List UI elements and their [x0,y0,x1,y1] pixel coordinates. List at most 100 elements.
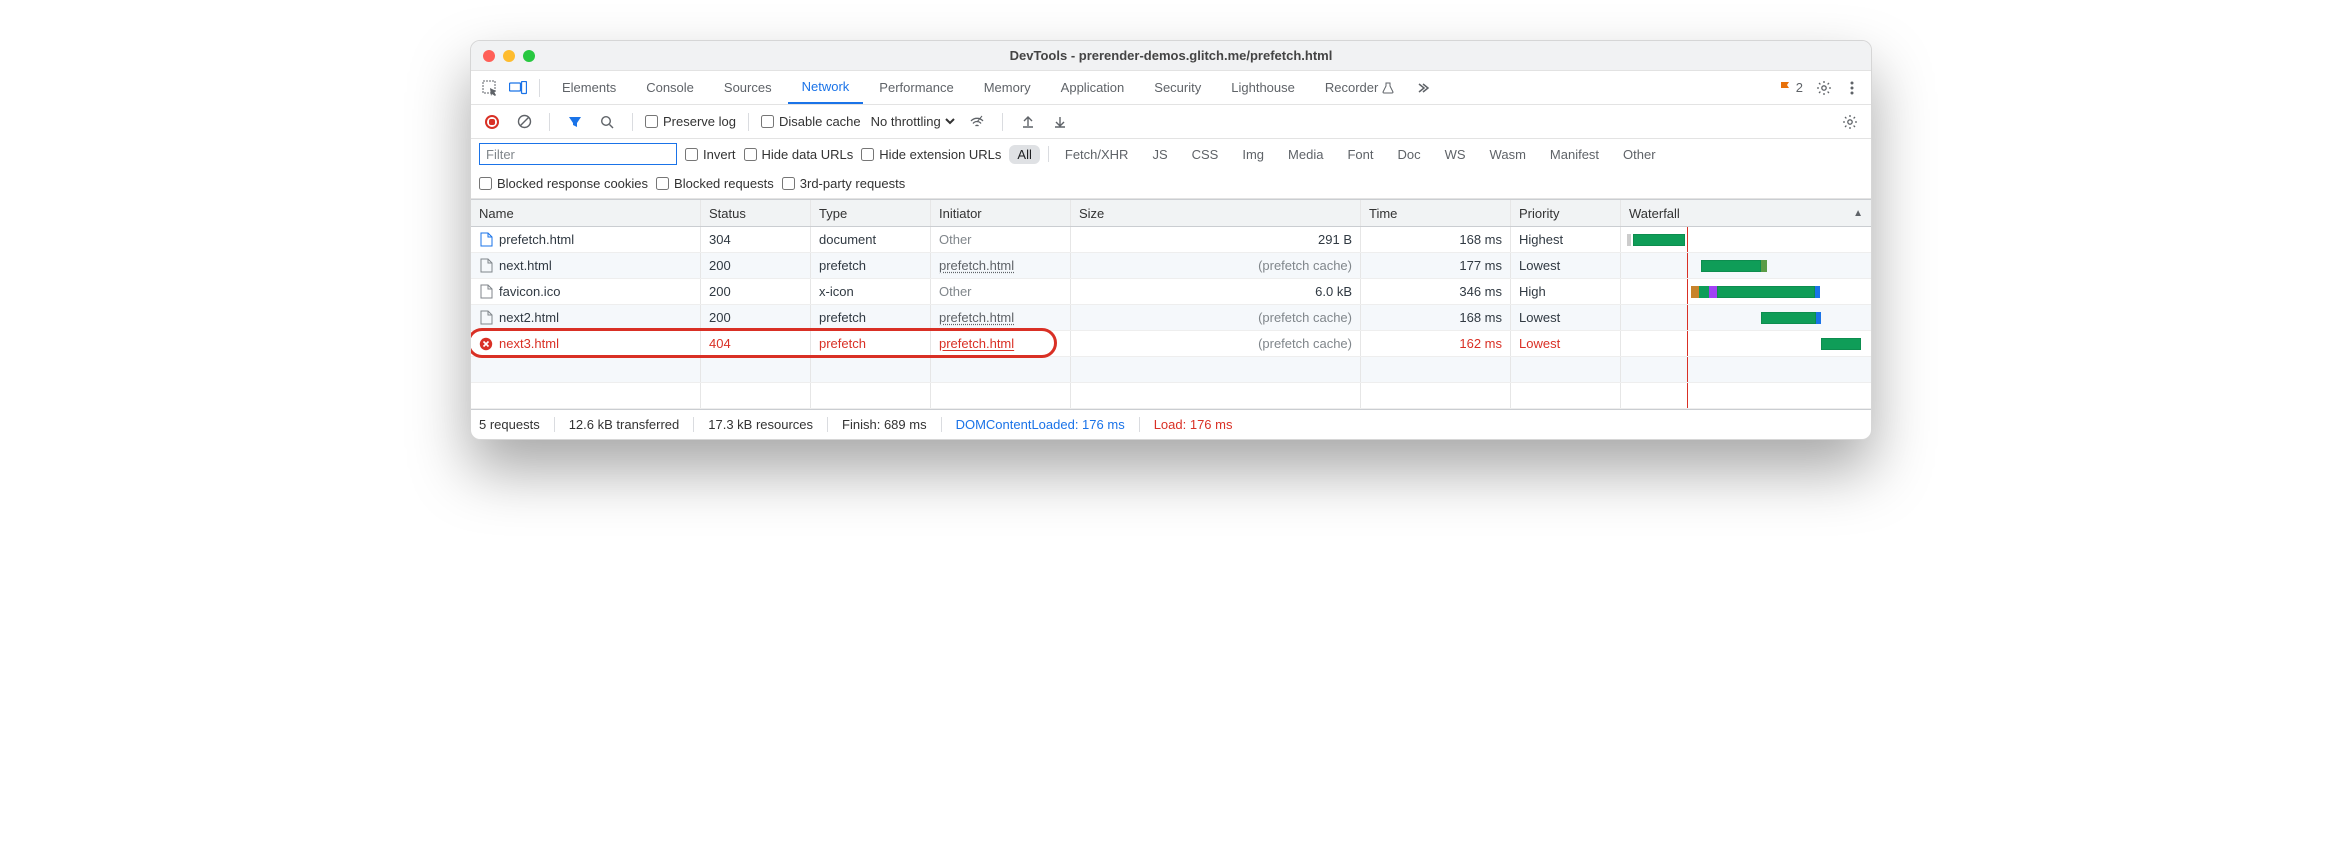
network-table: Name Status Type Initiator Size Time Pri… [471,199,1871,409]
tab-memory[interactable]: Memory [970,71,1045,104]
request-type: prefetch [811,305,931,330]
col-time[interactable]: Time [1361,200,1511,226]
search-icon[interactable] [594,109,620,135]
tab-sources[interactable]: Sources [710,71,786,104]
inspect-element-icon[interactable] [477,75,503,101]
disable-cache-checkbox[interactable]: Disable cache [761,114,861,129]
col-waterfall[interactable]: Waterfall▲ [1621,200,1871,226]
table-row[interactable]: next.html 200 prefetch prefetch.html (pr… [471,253,1871,279]
import-har-icon[interactable] [1015,109,1041,135]
type-filter-media[interactable]: Media [1280,145,1331,164]
blocked-cookies-checkbox[interactable]: Blocked response cookies [479,176,648,191]
col-status[interactable]: Status [701,200,811,226]
more-tabs-button[interactable] [1410,75,1436,101]
type-filter-manifest[interactable]: Manifest [1542,145,1607,164]
hide-extension-urls-checkbox[interactable]: Hide extension URLs [861,147,1001,162]
request-initiator[interactable]: prefetch.html [931,253,1071,278]
request-time: 168 ms [1361,227,1511,252]
device-toolbar-icon[interactable] [505,75,531,101]
export-har-icon[interactable] [1047,109,1073,135]
devtools-window: DevTools - prerender-demos.glitch.me/pre… [470,40,1872,440]
request-type: document [811,227,931,252]
status-resources: 17.3 kB resources [693,417,827,432]
request-priority: Highest [1511,227,1621,252]
invert-checkbox[interactable]: Invert [685,147,736,162]
tab-network[interactable]: Network [788,71,864,104]
request-initiator: Other [931,279,1071,304]
network-conditions-icon[interactable] [964,109,990,135]
col-type[interactable]: Type [811,200,931,226]
file-icon [479,259,493,273]
request-type: prefetch [811,331,931,356]
type-filter-ws[interactable]: WS [1437,145,1474,164]
table-row[interactable]: next3.html 404 prefetch prefetch.html (p… [471,331,1871,357]
waterfall-cell [1621,305,1871,330]
waterfall-cell [1621,331,1871,356]
type-filter-img[interactable]: Img [1234,145,1272,164]
table-row-empty [471,357,1871,383]
type-filter-doc[interactable]: Doc [1389,145,1428,164]
request-priority: Lowest [1511,305,1621,330]
record-button[interactable] [479,109,505,135]
tab-recorder[interactable]: Recorder [1311,71,1408,104]
filter-icon[interactable] [562,109,588,135]
col-size[interactable]: Size [1071,200,1361,226]
issues-badge[interactable]: 2 [1773,80,1809,95]
issues-count: 2 [1796,80,1803,95]
waterfall-cell [1621,279,1871,304]
request-name: prefetch.html [499,232,574,247]
request-status: 200 [701,279,811,304]
kebab-menu-icon[interactable] [1839,75,1865,101]
table-row[interactable]: favicon.ico 200 x-icon Other 6.0 kB 346 … [471,279,1871,305]
hide-data-urls-checkbox[interactable]: Hide data URLs [744,147,854,162]
clear-button[interactable] [511,109,537,135]
type-filter-fetch[interactable]: Fetch/XHR [1057,145,1137,164]
throttling-select[interactable]: No throttling [867,111,958,132]
third-party-checkbox[interactable]: 3rd-party requests [782,176,906,191]
waterfall-cell [1621,253,1871,278]
network-toolbar: Preserve log Disable cache No throttling [471,105,1871,139]
col-priority[interactable]: Priority [1511,200,1621,226]
request-name: next3.html [499,336,559,351]
tab-recorder-label: Recorder [1325,80,1378,95]
tab-console[interactable]: Console [632,71,708,104]
settings-icon[interactable] [1811,75,1837,101]
request-time: 168 ms [1361,305,1511,330]
blocked-requests-checkbox[interactable]: Blocked requests [656,176,774,191]
table-row[interactable]: prefetch.html 304 document Other 291 B 1… [471,227,1871,253]
preserve-log-checkbox[interactable]: Preserve log [645,114,736,129]
status-transferred: 12.6 kB transferred [554,417,694,432]
request-priority: Lowest [1511,331,1621,356]
status-finish: Finish: 689 ms [827,417,941,432]
request-priority: High [1511,279,1621,304]
tab-application[interactable]: Application [1047,71,1139,104]
waterfall-cell [1621,227,1871,252]
status-bar: 5 requests 12.6 kB transferred 17.3 kB r… [471,409,1871,439]
table-row-empty [471,383,1871,409]
tab-security[interactable]: Security [1140,71,1215,104]
type-filter-font[interactable]: Font [1339,145,1381,164]
type-filter-css[interactable]: CSS [1184,145,1227,164]
request-name: next2.html [499,310,559,325]
table-row[interactable]: next2.html 200 prefetch prefetch.html (p… [471,305,1871,331]
request-priority: Lowest [1511,253,1621,278]
status-domcontentloaded: DOMContentLoaded: 176 ms [941,417,1139,432]
request-initiator[interactable]: prefetch.html [931,331,1071,356]
request-time: 162 ms [1361,331,1511,356]
tab-performance[interactable]: Performance [865,71,967,104]
request-size: (prefetch cache) [1071,305,1361,330]
table-header: Name Status Type Initiator Size Time Pri… [471,199,1871,227]
filter-input[interactable] [479,143,677,165]
document-icon [479,233,493,247]
status-requests: 5 requests [479,417,554,432]
type-filter-js[interactable]: JS [1144,145,1175,164]
col-name[interactable]: Name [471,200,701,226]
tab-lighthouse[interactable]: Lighthouse [1217,71,1309,104]
type-filter-all[interactable]: All [1009,145,1039,164]
network-settings-icon[interactable] [1837,109,1863,135]
type-filter-wasm[interactable]: Wasm [1482,145,1534,164]
request-initiator[interactable]: prefetch.html [931,305,1071,330]
col-initiator[interactable]: Initiator [931,200,1071,226]
type-filter-other[interactable]: Other [1615,145,1664,164]
tab-elements[interactable]: Elements [548,71,630,104]
